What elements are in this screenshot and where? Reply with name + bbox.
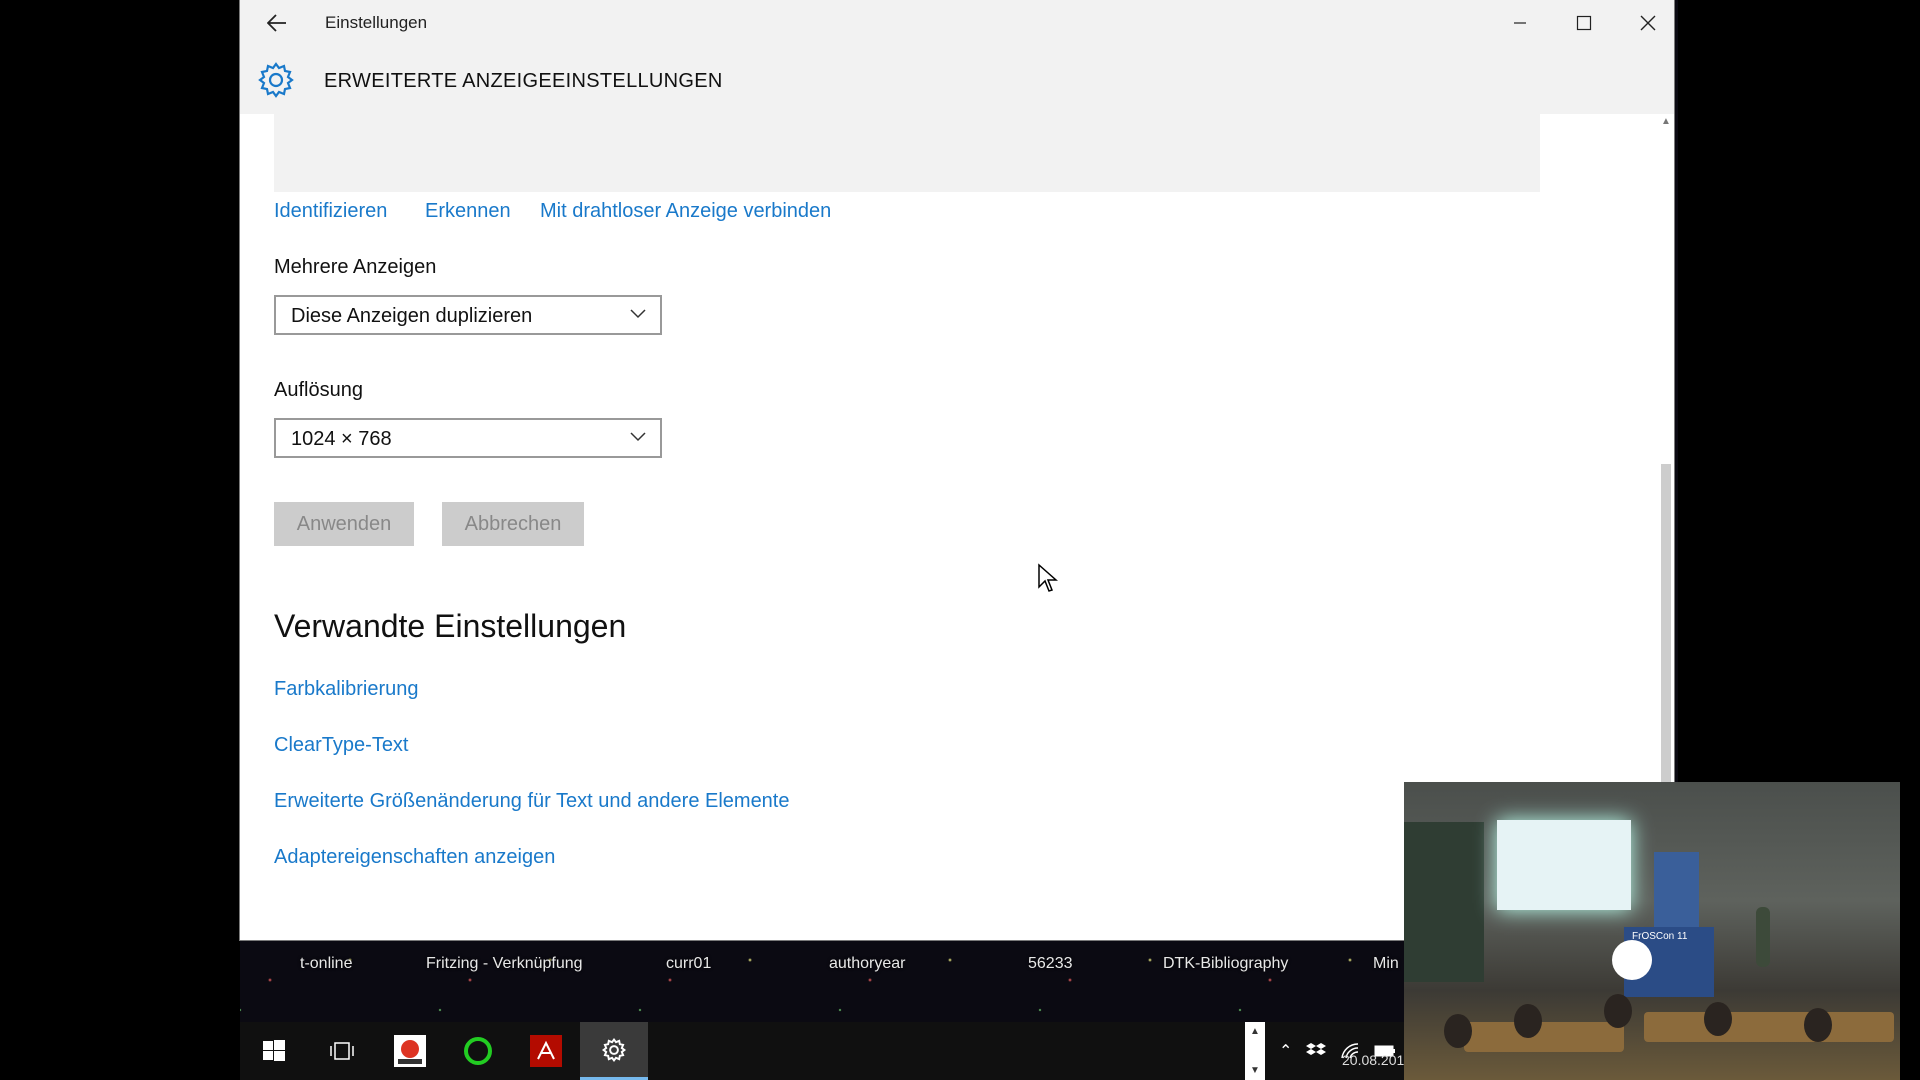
taskbar-app-sync[interactable]: [444, 1022, 512, 1080]
audience-member: [1704, 1002, 1732, 1036]
audience-member: [1804, 1008, 1832, 1042]
audience-member: [1444, 1014, 1472, 1048]
maximize-icon: [1576, 15, 1592, 31]
tray-scroll[interactable]: ▲ ▼: [1245, 1022, 1265, 1080]
multiple-displays-dropdown[interactable]: Diese Anzeigen duplizieren: [274, 295, 662, 335]
identify-link[interactable]: Identifizieren: [274, 200, 387, 223]
cancel-button[interactable]: Abbrechen: [442, 502, 584, 546]
froscon-logo: [1612, 940, 1652, 980]
close-icon: [1640, 15, 1656, 31]
dropbox-icon[interactable]: [1306, 1042, 1327, 1060]
scroll-down-icon[interactable]: ▼: [1250, 1065, 1260, 1076]
audience-member: [1514, 1004, 1542, 1038]
scroll-up-icon[interactable]: ▲: [1661, 116, 1671, 127]
system-tray: ▲ ▼ ⌃: [1245, 1022, 1396, 1080]
back-arrow-icon: [267, 14, 286, 32]
close-button[interactable]: [1616, 0, 1680, 46]
webcam-video-overlay: FrOSCon 11: [1404, 782, 1900, 1080]
chalkboard: [1404, 822, 1484, 982]
windows-logo-icon: [263, 1040, 285, 1061]
chevron-down-icon: [630, 309, 646, 319]
desktop-shortcut-label[interactable]: DTK-Bibliography: [1163, 955, 1288, 973]
taskbar-app-settings[interactable]: [580, 1022, 648, 1080]
mouse-cursor-icon: [1038, 563, 1058, 592]
taskbar-app-eagle[interactable]: [376, 1022, 444, 1080]
minimize-button[interactable]: [1488, 0, 1552, 46]
back-button[interactable]: [260, 8, 294, 38]
detect-link[interactable]: Erkennen: [425, 200, 511, 223]
adapter-properties-link[interactable]: Adaptereigenschaften anzeigen: [274, 846, 555, 869]
screen-border-left: [0, 0, 240, 1080]
podium-label: FrOSCon 11: [1632, 931, 1688, 942]
dropdown-value: 1024 × 768: [291, 428, 392, 450]
related-settings-heading: Verwandte Einstellungen: [274, 608, 627, 644]
desktop-shortcut-label[interactable]: 56233: [1028, 955, 1073, 973]
color-calibration-link[interactable]: Farbkalibrierung: [274, 678, 419, 701]
window-title: Einstellungen: [325, 13, 428, 32]
audience-member: [1604, 994, 1632, 1028]
minimize-icon: [1514, 22, 1526, 24]
audience-seats: [1644, 1012, 1894, 1042]
audience-seats: [1464, 1022, 1624, 1052]
page-title: ERWEITERTE ANZEIGEEINSTELLUNGEN: [324, 70, 723, 92]
multiple-displays-label: Mehrere Anzeigen: [274, 256, 437, 278]
settings-gear-icon: [601, 1037, 627, 1062]
apply-button[interactable]: Anwenden: [274, 502, 414, 546]
show-hidden-icons-icon[interactable]: ⌃: [1279, 1041, 1292, 1061]
eagle-app-icon: [394, 1035, 426, 1067]
desktop-shortcut-label[interactable]: Min: [1373, 955, 1399, 973]
desktop-shortcut-label[interactable]: curr01: [666, 955, 711, 973]
desktop-shortcut-label[interactable]: authoryear: [829, 955, 906, 973]
gear-icon: [258, 62, 294, 98]
task-view-button[interactable]: [308, 1022, 376, 1080]
taskbar-app-acrobat[interactable]: [512, 1022, 580, 1080]
start-button[interactable]: [240, 1022, 308, 1080]
dropdown-value: Diese Anzeigen duplizieren: [291, 305, 533, 327]
display-preview-area[interactable]: [274, 114, 1540, 192]
projection-screen: [1497, 820, 1631, 910]
chevron-down-icon: [630, 432, 646, 442]
maximize-button[interactable]: [1552, 0, 1616, 46]
title-bar: Einstellungen: [240, 0, 1674, 46]
pdf-reader-icon: [530, 1035, 562, 1067]
desktop-shortcut-label[interactable]: Fritzing - Verknüpfung: [426, 955, 583, 973]
desktop-shortcut-label[interactable]: t-online: [300, 955, 352, 973]
clock-date[interactable]: 20.08.2016: [1342, 1052, 1412, 1068]
wireless-display-link[interactable]: Mit drahtloser Anzeige verbinden: [540, 200, 831, 223]
presenter: [1756, 907, 1770, 967]
advanced-sizing-link[interactable]: Erweiterte Größenänderung für Text und a…: [274, 790, 790, 813]
resolution-label: Auflösung: [274, 379, 363, 401]
task-view-icon: [330, 1042, 354, 1060]
cleartype-link[interactable]: ClearType-Text: [274, 734, 409, 757]
green-circle-app-icon: [464, 1037, 492, 1065]
page-header: ERWEITERTE ANZEIGEEINSTELLUNGEN: [240, 46, 1674, 114]
resolution-dropdown[interactable]: 1024 × 768: [274, 418, 662, 458]
scroll-up-icon[interactable]: ▲: [1250, 1026, 1260, 1037]
